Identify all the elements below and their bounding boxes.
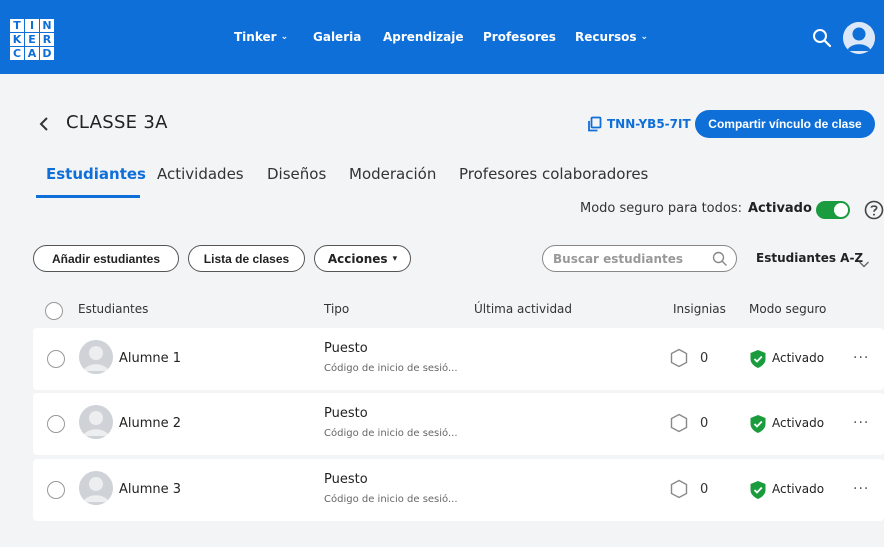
tinkercad-logo[interactable]: T I N K E R C A D bbox=[10, 19, 54, 60]
top-nav-bar: T I N K E R C A D Tinker ⌄ Galeria Apren… bbox=[0, 0, 884, 74]
chevron-down-icon: ⌄ bbox=[640, 32, 649, 42]
more-options-icon[interactable]: ··· bbox=[853, 481, 869, 497]
column-header-estudiantes[interactable]: Estudiantes bbox=[78, 302, 148, 316]
student-type: Puesto bbox=[324, 341, 368, 356]
safe-mode-toggle[interactable] bbox=[816, 201, 850, 219]
active-tab-indicator bbox=[36, 195, 140, 198]
column-header-insignias[interactable]: Insignias bbox=[673, 302, 726, 316]
student-avatar bbox=[79, 471, 113, 505]
more-options-icon[interactable]: ··· bbox=[853, 350, 869, 366]
student-avatar bbox=[79, 340, 113, 374]
tab-disenos[interactable]: Diseños bbox=[267, 165, 326, 183]
search-icon[interactable] bbox=[812, 28, 832, 48]
row-select-radio[interactable] bbox=[47, 481, 65, 499]
actions-label: Acciones bbox=[327, 251, 388, 266]
hexagon-badge-icon bbox=[670, 413, 688, 433]
row-select-radio[interactable] bbox=[47, 415, 65, 433]
tab-profesores-colaboradores[interactable]: Profesores colaboradores bbox=[459, 165, 648, 183]
nav-item-label: Recursos bbox=[575, 30, 637, 44]
table-row[interactable]: Alumne 1 Puesto Código de inicio de sesi… bbox=[33, 328, 884, 390]
chevron-down-icon: ⌄ bbox=[280, 32, 289, 42]
shield-check-icon bbox=[749, 349, 767, 369]
safe-mode-status: Activado bbox=[772, 482, 825, 496]
student-name[interactable]: Alumne 1 bbox=[119, 351, 181, 366]
shield-check-icon bbox=[749, 414, 767, 434]
search-input[interactable] bbox=[553, 250, 703, 267]
student-avatar bbox=[79, 405, 113, 439]
actions-dropdown[interactable]: Acciones ▾ bbox=[314, 245, 411, 272]
logo-letter: D bbox=[40, 47, 54, 60]
help-icon[interactable] bbox=[864, 200, 884, 220]
student-type: Puesto bbox=[324, 406, 368, 421]
tab-estudiantes[interactable]: Estudiantes bbox=[46, 165, 146, 183]
more-options-icon[interactable]: ··· bbox=[853, 415, 869, 431]
toggle-knob bbox=[834, 203, 848, 217]
student-type-detail: Código de inicio de sesió... bbox=[324, 494, 458, 505]
shield-check-icon bbox=[749, 480, 767, 500]
hexagon-badge-icon bbox=[670, 348, 688, 368]
nav-item-profesores[interactable]: Profesores bbox=[483, 0, 556, 74]
caret-down-icon: ▾ bbox=[392, 253, 398, 264]
chevron-down-icon[interactable] bbox=[858, 254, 870, 268]
student-name[interactable]: Alumne 3 bbox=[119, 482, 181, 497]
copy-icon[interactable] bbox=[587, 116, 603, 132]
column-header-ultima-actividad[interactable]: Última actividad bbox=[474, 302, 572, 316]
nav-item-label: Galeria bbox=[313, 30, 362, 44]
chevron-left-icon[interactable] bbox=[38, 116, 50, 132]
badge-count: 0 bbox=[700, 351, 709, 366]
class-list-button[interactable]: Lista de clases bbox=[188, 245, 305, 272]
nav-item-label: Profesores bbox=[483, 30, 556, 44]
row-select-radio[interactable] bbox=[47, 350, 65, 368]
table-row[interactable]: Alumne 3 Puesto Código de inicio de sesi… bbox=[33, 459, 884, 521]
badge-count: 0 bbox=[700, 416, 709, 431]
logo-letter: I bbox=[25, 19, 39, 32]
badge-count: 0 bbox=[700, 482, 709, 497]
table-row[interactable]: Alumne 2 Puesto Código de inicio de sesi… bbox=[33, 393, 884, 455]
user-avatar[interactable] bbox=[843, 22, 875, 54]
nav-item-label: Aprendizaje bbox=[383, 30, 464, 44]
hexagon-badge-icon bbox=[670, 479, 688, 499]
safe-mode-label: Modo seguro para todos: bbox=[580, 201, 742, 216]
nav-item-tinker[interactable]: Tinker ⌄ bbox=[234, 0, 288, 74]
safe-mode-status: Activado bbox=[772, 351, 825, 365]
student-type-detail: Código de inicio de sesió... bbox=[324, 428, 458, 439]
logo-letter: N bbox=[40, 19, 54, 32]
share-class-link-button[interactable]: Compartir vínculo de clase bbox=[695, 110, 875, 138]
student-search[interactable] bbox=[542, 245, 737, 272]
column-header-tipo[interactable]: Tipo bbox=[324, 302, 349, 316]
logo-letter: R bbox=[40, 33, 54, 46]
logo-letter: A bbox=[25, 47, 39, 60]
safe-mode-value: Activado bbox=[748, 201, 812, 216]
search-icon[interactable] bbox=[712, 251, 728, 267]
student-type: Puesto bbox=[324, 472, 368, 487]
nav-item-aprendizaje[interactable]: Aprendizaje bbox=[383, 0, 464, 74]
logo-letter: C bbox=[10, 47, 24, 60]
class-code[interactable]: TNN-YB5-7IT bbox=[607, 117, 691, 131]
nav-item-recursos[interactable]: Recursos ⌄ bbox=[575, 0, 648, 74]
logo-letter: T bbox=[10, 19, 24, 32]
select-all-radio[interactable] bbox=[45, 302, 63, 320]
safe-mode-status: Activado bbox=[772, 416, 825, 430]
student-type-detail: Código de inicio de sesió... bbox=[324, 363, 458, 374]
page-title: CLASSE 3A bbox=[66, 112, 168, 133]
add-students-button[interactable]: Añadir estudiantes bbox=[33, 245, 179, 272]
nav-item-label: Tinker bbox=[234, 30, 277, 44]
logo-letter: K bbox=[10, 33, 24, 46]
tab-moderacion[interactable]: Moderación bbox=[349, 165, 436, 183]
student-name[interactable]: Alumne 2 bbox=[119, 416, 181, 431]
logo-letter: E bbox=[25, 33, 39, 46]
tab-actividades[interactable]: Actividades bbox=[157, 165, 244, 183]
sort-dropdown[interactable]: Estudiantes A-Z bbox=[756, 251, 863, 265]
nav-item-galeria[interactable]: Galeria bbox=[313, 0, 361, 74]
column-header-modo-seguro[interactable]: Modo seguro bbox=[749, 302, 826, 316]
